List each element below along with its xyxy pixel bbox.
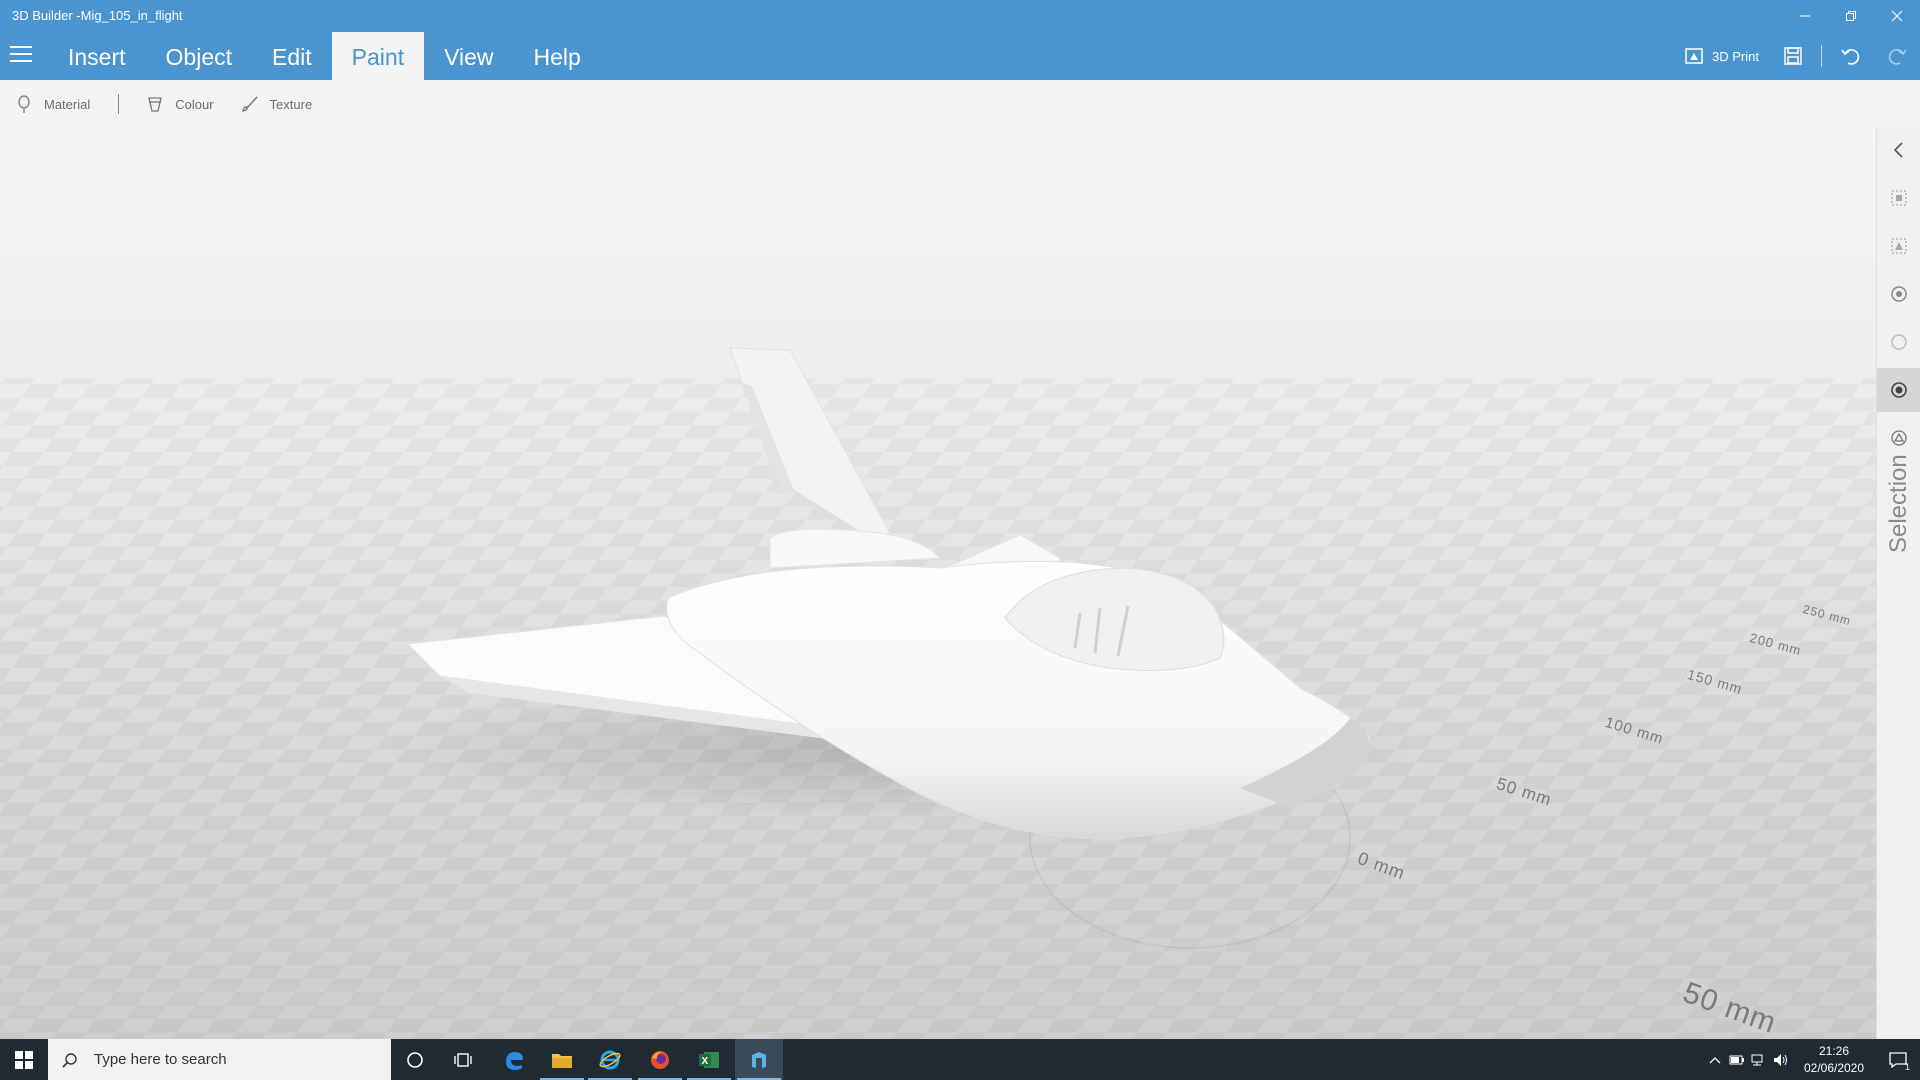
paint-all-icon	[1891, 382, 1907, 398]
selected-tool-button[interactable]	[1877, 368, 1920, 412]
cortana-icon	[407, 1051, 423, 1068]
toolbar-divider	[118, 94, 120, 114]
app-header: 3D Builder -Mig_105_in_flight Insert Obj…	[0, 0, 1920, 80]
minimize-icon	[1800, 15, 1810, 17]
battery-icon[interactable]	[1726, 1039, 1748, 1080]
close-icon	[1891, 10, 1903, 22]
taskbar-app-3d-builder[interactable]	[735, 1039, 783, 1080]
restore-button[interactable]	[1828, 0, 1874, 32]
taskbar-app-edge[interactable]	[490, 1039, 538, 1080]
taskbar-app-firefox[interactable]	[636, 1039, 684, 1080]
task-view-icon	[454, 1052, 472, 1067]
taskbar-app-excel[interactable]: X	[685, 1039, 733, 1080]
texture-button[interactable]: Texture	[240, 94, 313, 114]
window-controls	[1782, 0, 1920, 32]
print-3d-button[interactable]: 3D Print	[1672, 32, 1771, 80]
chevron-up-icon[interactable]	[1704, 1039, 1726, 1080]
clock[interactable]: 21:26 02/06/2020	[1792, 1043, 1876, 1077]
windows-taskbar: X 21:26 02/06/2020 1	[0, 1039, 1920, 1080]
ribbon-tabs: Insert Object Edit Paint View Help	[48, 32, 601, 80]
hamburger-menu-icon[interactable]	[10, 46, 32, 62]
tab-paint[interactable]: Paint	[331, 32, 425, 80]
taskbar-app-file-explorer[interactable]	[538, 1039, 586, 1080]
taskbar-search[interactable]	[48, 1039, 391, 1080]
cortana-button[interactable]	[391, 1039, 439, 1080]
print-3d-label: 3D Print	[1712, 48, 1759, 64]
save-button[interactable]	[1771, 32, 1815, 80]
material-icon	[14, 94, 34, 114]
redo-button[interactable]	[1874, 32, 1920, 80]
paint-toolbar: Material Colour Texture	[0, 80, 1920, 129]
redo-icon	[1888, 49, 1907, 65]
3d-viewport[interactable]: 0 mm 50 mm 100 mm 150 mm 200 mm 250 mm 5…	[0, 128, 1876, 1039]
undo-icon	[1841, 49, 1860, 65]
material-label: Material	[44, 96, 91, 112]
texture-label: Texture	[269, 96, 313, 112]
task-view-button[interactable]	[439, 1039, 487, 1080]
undo-button[interactable]	[1828, 32, 1874, 80]
restore-icon	[1846, 11, 1856, 21]
close-button[interactable]	[1874, 0, 1920, 32]
colour-button[interactable]: Colour	[145, 94, 214, 114]
tab-edit[interactable]: Edit	[252, 32, 332, 80]
clock-time: 21:26	[1818, 1043, 1850, 1058]
material-button[interactable]: Material	[14, 94, 90, 114]
paint-bucket-icon	[145, 94, 165, 114]
tab-object[interactable]: Object	[146, 32, 252, 80]
tab-help[interactable]: Help	[514, 32, 601, 80]
network-icon[interactable]	[1748, 1039, 1770, 1080]
svg-text:X: X	[702, 1056, 709, 1067]
3d-builder-icon	[752, 1051, 766, 1068]
triangle-select-icon[interactable]	[1889, 428, 1909, 448]
side-panel: Selection	[1876, 128, 1920, 1039]
ribbon-divider	[1821, 45, 1822, 67]
ribbon-actions: 3D Print	[1672, 32, 1920, 80]
select-objects-icon[interactable]	[1889, 188, 1909, 208]
select-faces-icon[interactable]	[1889, 236, 1909, 256]
scene-canvas	[0, 347, 1876, 1039]
colour-label: Colour	[175, 96, 214, 112]
clock-date: 02/06/2020	[1803, 1060, 1865, 1075]
folder-icon	[552, 1053, 572, 1068]
windows-logo-icon	[15, 1050, 33, 1069]
volume-icon[interactable]	[1770, 1039, 1792, 1080]
internet-explorer-icon	[599, 1050, 621, 1069]
selection-label: Selection	[1885, 454, 1912, 553]
action-center-button[interactable]: 1	[1876, 1039, 1920, 1080]
system-tray: 21:26 02/06/2020 1	[1704, 1039, 1920, 1080]
notification-count: 1	[1904, 1062, 1910, 1072]
chevron-left-icon[interactable]	[1889, 140, 1909, 160]
search-input[interactable]	[92, 1050, 376, 1069]
edge-icon	[506, 1051, 523, 1070]
search-icon	[62, 1052, 78, 1068]
firefox-icon	[651, 1050, 669, 1069]
brush-icon	[240, 94, 260, 114]
excel-icon: X	[699, 1051, 719, 1068]
start-button[interactable]	[0, 1039, 48, 1080]
taskbar-app-internet-explorer[interactable]	[586, 1039, 634, 1080]
window-title: 3D Builder -Mig_105_in_flight	[12, 8, 183, 23]
minimize-button[interactable]	[1782, 0, 1828, 32]
paint-target-icon[interactable]	[1889, 284, 1909, 304]
print-3d-icon	[1685, 48, 1703, 64]
tab-view[interactable]: View	[424, 32, 513, 80]
circle-icon[interactable]	[1889, 332, 1909, 352]
tab-insert[interactable]: Insert	[48, 32, 146, 80]
save-icon	[1784, 47, 1802, 65]
